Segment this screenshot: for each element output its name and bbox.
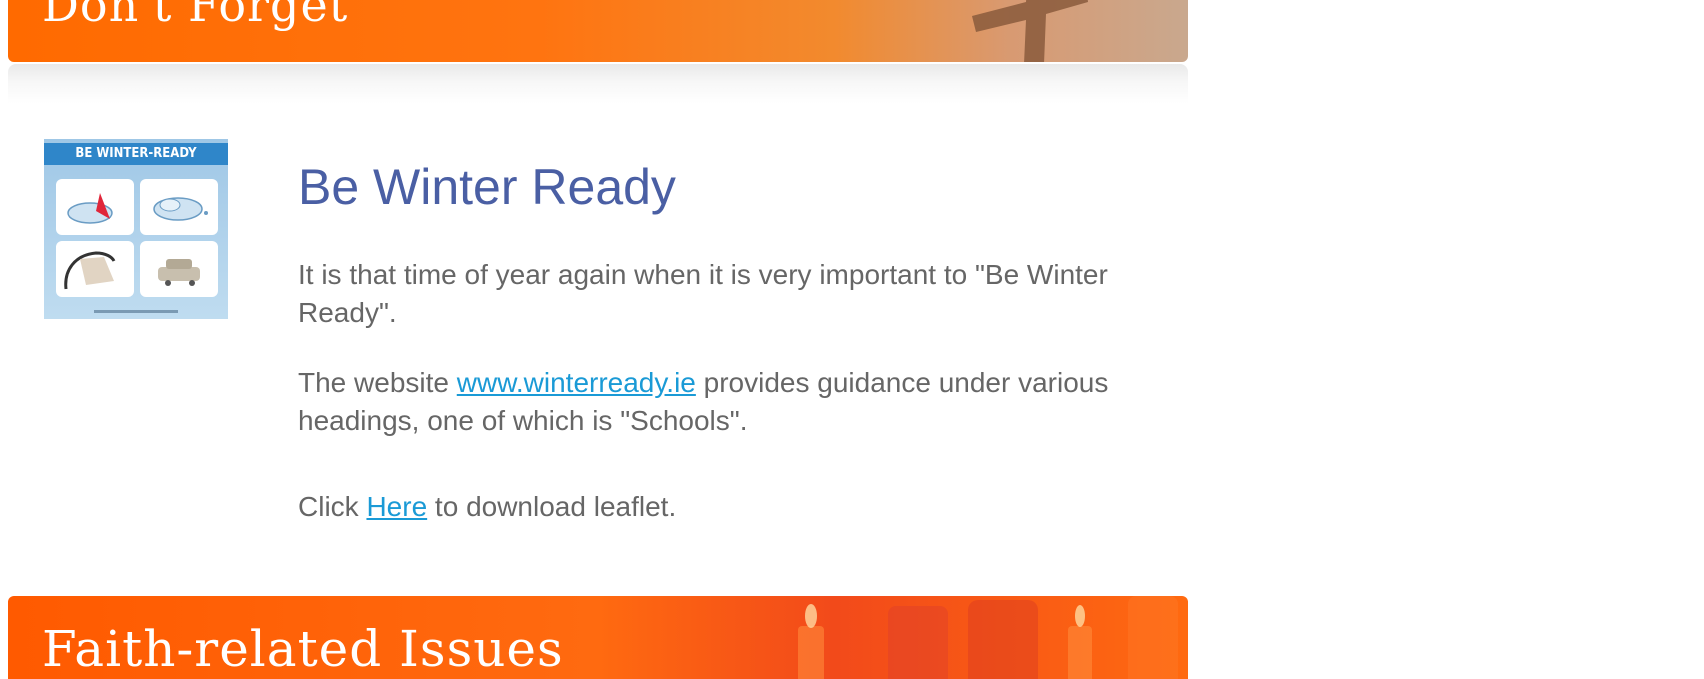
article-heading: Be Winter Ready [298,159,676,215]
winterready-link[interactable]: www.winterready.ie [457,367,696,398]
page: Don't Forget BE WINTER-READY Be Winter R… [0,0,1704,679]
bare-tree-icon [56,241,134,297]
candles-image [798,596,1178,679]
cross-icon [972,0,1088,62]
dont-forget-banner: Don't Forget [8,0,1188,62]
cloud-compass-icon [56,179,134,235]
winter-ready-leaflet-image: BE WINTER-READY [44,139,228,319]
car-icon [140,241,218,297]
download-leaflet-link[interactable]: Here [366,491,427,522]
cloud-icon [140,179,218,235]
leaflet-footer [94,310,178,313]
article-paragraph-download: Click Here to download leaflet. [298,488,1158,526]
text-segment: Click [298,491,367,522]
article-paragraph-website: The website www.winterready.ie provides … [298,364,1158,440]
text-segment: to download leaflet. [427,491,677,522]
banner-shadow [8,64,1188,104]
banner-title: Don't Forget [42,0,349,32]
leaflet-title: BE WINTER-READY [44,143,228,165]
article-paragraph-intro: It is that time of year again when it is… [298,259,1108,328]
faith-related-issues-banner: Faith-related Issues [8,596,1188,679]
banner-title: Faith-related Issues [42,620,564,678]
text-segment: The website [298,367,457,398]
